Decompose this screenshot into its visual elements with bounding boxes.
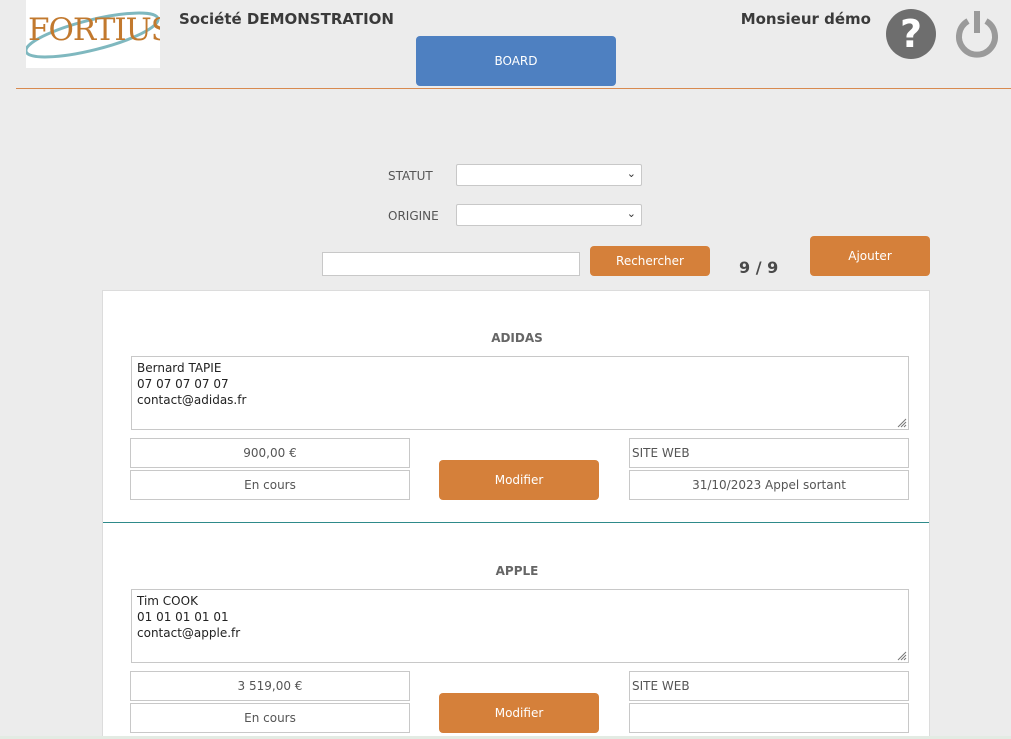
result-count: 9 / 9 — [739, 258, 779, 277]
origine-label: ORIGINE — [388, 209, 439, 223]
status-field: En cours — [130, 703, 410, 733]
card-divider — [103, 522, 929, 523]
contact-name: Bernard TAPIE — [137, 361, 222, 375]
company-logo: FORTIUS — [26, 0, 160, 68]
resize-grip-icon[interactable] — [895, 416, 907, 428]
header-divider — [16, 88, 1011, 89]
card-title: APPLE — [495, 564, 539, 578]
statut-select[interactable]: ⌄ — [456, 164, 642, 186]
modify-button[interactable]: Modifier — [439, 693, 599, 733]
board-button[interactable]: BOARD — [416, 36, 616, 86]
logo-text: FORTIUS — [28, 12, 160, 48]
user-name: Monsieur démo — [740, 10, 871, 28]
statut-label: STATUT — [388, 169, 433, 183]
company-name: Société DEMONSTRATION — [179, 10, 394, 28]
origin-field: SITE WEB — [629, 438, 909, 468]
contact-textarea[interactable]: Tim COOK 01 01 01 01 01 contact@apple.fr — [131, 589, 909, 663]
chevron-down-icon: ⌄ — [626, 167, 636, 180]
contact-textarea[interactable]: Bernard TAPIE 07 07 07 07 07 contact@adi… — [131, 356, 909, 430]
help-icon[interactable]: ? — [886, 9, 936, 59]
contact-phone: 01 01 01 01 01 — [137, 610, 229, 624]
contact-email: contact@adidas.fr — [137, 393, 247, 407]
card-title: ADIDAS — [491, 331, 543, 345]
add-button[interactable]: Ajouter — [810, 236, 930, 276]
contact-name: Tim COOK — [137, 594, 198, 608]
origine-select[interactable]: ⌄ — [456, 204, 642, 226]
resize-grip-icon[interactable] — [895, 649, 907, 661]
contact-phone: 07 07 07 07 07 — [137, 377, 229, 391]
last-action-field — [629, 703, 909, 733]
last-action-field: 31/10/2023 Appel sortant — [629, 470, 909, 500]
contact-email: contact@apple.fr — [137, 626, 241, 640]
amount-field: 3 519,00 € — [130, 671, 410, 701]
chevron-down-icon: ⌄ — [626, 207, 636, 220]
help-glyph: ? — [899, 12, 923, 56]
amount-field: 900,00 € — [130, 438, 410, 468]
power-icon[interactable] — [953, 9, 1001, 59]
modify-button[interactable]: Modifier — [439, 460, 599, 500]
status-field: En cours — [130, 470, 410, 500]
results-panel: ADIDAS Bernard TAPIE 07 07 07 07 07 cont… — [102, 290, 930, 739]
origin-field: SITE WEB — [629, 671, 909, 701]
search-button[interactable]: Rechercher — [590, 246, 710, 276]
search-input[interactable] — [322, 252, 580, 276]
